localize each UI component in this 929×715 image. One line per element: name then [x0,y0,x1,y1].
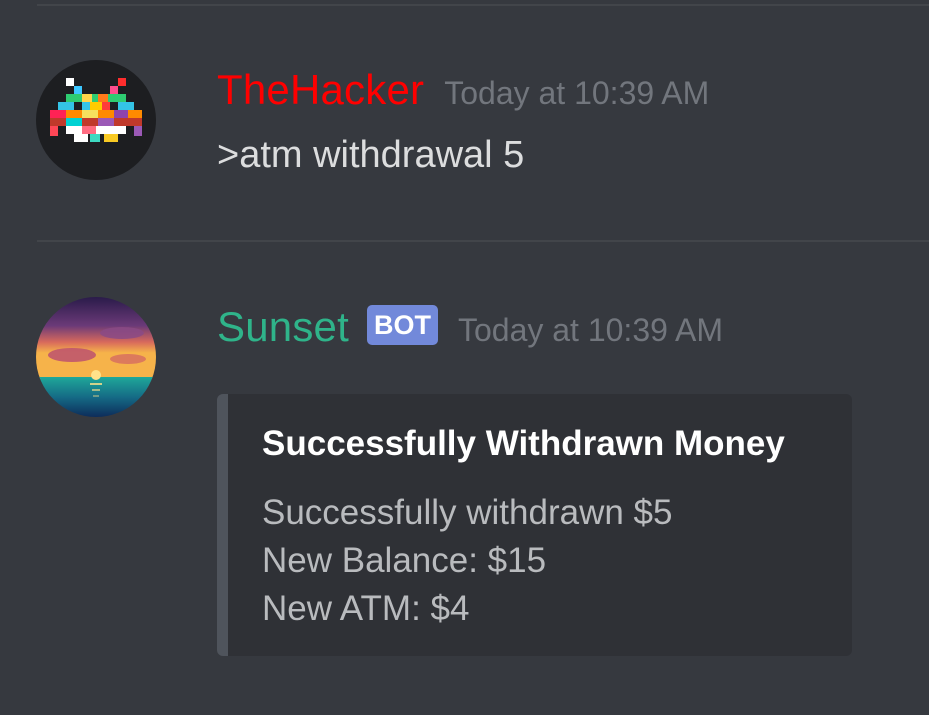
bot-avatar[interactable] [36,297,156,417]
bot-badge: BOT [366,305,438,345]
embed-line: New ATM: $4 [262,589,470,628]
space-invader-avatar-icon [36,60,156,180]
chat-channel: TheHacker Today at 10:39 AM >atm withdra… [0,0,929,715]
message-timestamp: Today at 10:39 AM [457,312,724,348]
message-divider [37,4,929,6]
username[interactable]: TheHacker [217,66,424,114]
username[interactable]: Sunset [217,303,349,351]
message-header: TheHacker Today at 10:39 AM [217,66,709,114]
sunset-avatar-icon [36,297,156,417]
embed-line: Successfully withdrawn $5 [262,493,673,532]
embed-title: Successfully Withdrawn Money [262,424,785,463]
message-timestamp: Today at 10:39 AM [444,75,710,111]
embed-description: Successfully withdrawn $5 New Balance: $… [262,489,672,633]
user-avatar[interactable] [36,60,156,180]
message-embed: Successfully Withdrawn Money Successfull… [217,394,852,656]
message-header: Sunset BOT Today at 10:39 AM [217,303,723,351]
message-divider [37,240,929,242]
message-content: >atm withdrawal 5 [217,134,525,176]
embed-line: New Balance: $15 [262,541,547,580]
